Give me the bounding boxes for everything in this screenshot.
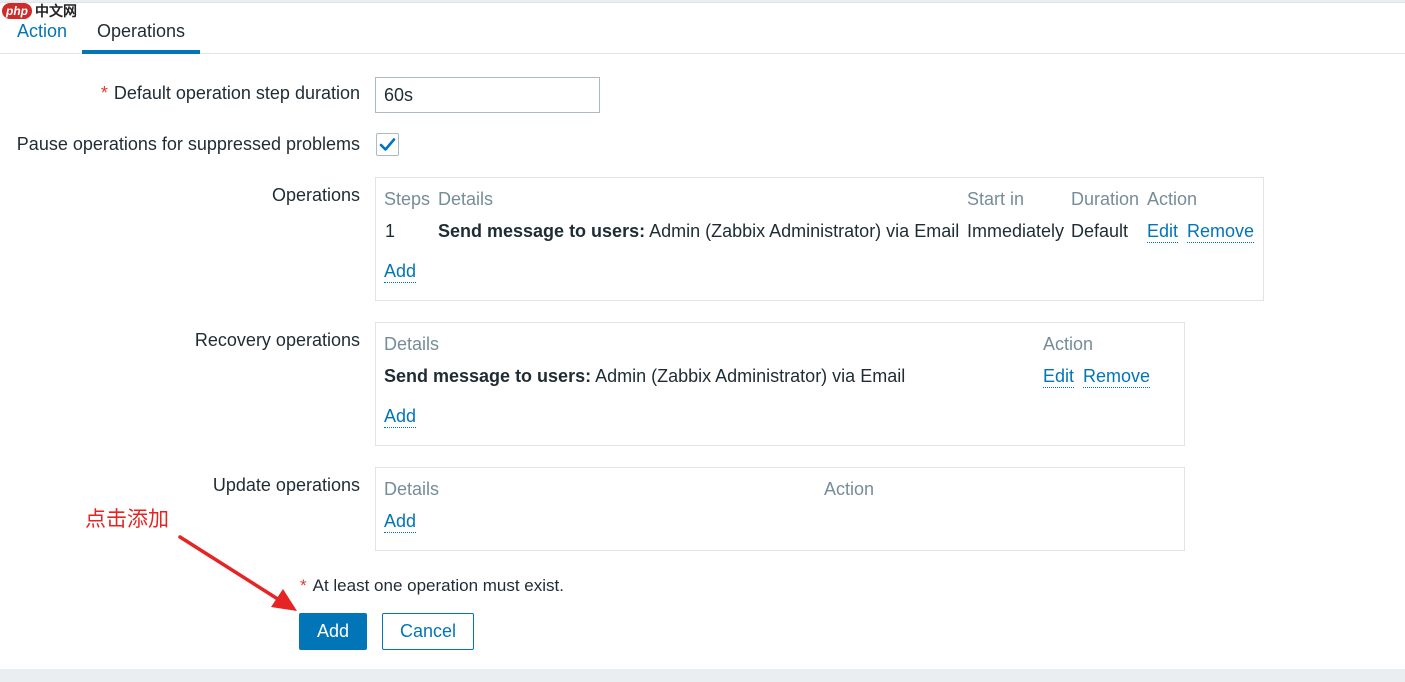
- operation-step: 1: [385, 221, 396, 241]
- col-header-action: Action: [1147, 189, 1198, 209]
- recovery-operations-table: Details Action Send message to users: Ad…: [375, 322, 1185, 446]
- step-duration-label-text: Default operation step duration: [113, 83, 360, 103]
- active-tab-indicator: [82, 50, 200, 54]
- col-header-details: Details: [438, 189, 494, 209]
- col-header-start-in: Start in: [967, 189, 1025, 209]
- operation-edit-link[interactable]: Edit: [1147, 220, 1179, 243]
- required-marker: *: [100, 83, 108, 103]
- validation-note: * At least one operation must exist.: [300, 574, 564, 598]
- recovery-remove-link[interactable]: Remove: [1083, 365, 1151, 388]
- watermark-logo: php: [2, 3, 32, 19]
- operation-details-target: Admin (Zabbix Administrator) via Email: [645, 221, 960, 241]
- watermark-text: 中文网: [35, 3, 77, 19]
- tab-bar: Action Operations: [0, 7, 1405, 54]
- step-duration-label: * Default operation step duration: [101, 81, 360, 105]
- update-operations-table: Details Action Add: [375, 467, 1185, 551]
- recovery-col-header-details: Details: [384, 334, 440, 354]
- update-operations-label: Update operations: [212, 475, 360, 495]
- tab-action[interactable]: Action: [17, 19, 67, 43]
- recovery-operations-label: Recovery operations: [194, 330, 360, 350]
- annotation-label: 点击添加: [85, 507, 169, 531]
- operations-add-link[interactable]: Add: [384, 260, 417, 283]
- update-col-header-details: Details: [384, 479, 440, 499]
- operation-details: Send message to users: Admin (Zabbix Adm…: [438, 219, 959, 243]
- operations-label: Operations: [271, 185, 360, 205]
- annotation-arrow-icon: [178, 535, 297, 611]
- checkmark-icon: [379, 138, 396, 151]
- note-text: At least one operation must exist.: [312, 576, 564, 595]
- add-button[interactable]: Add: [299, 613, 367, 650]
- col-header-duration: Duration: [1071, 189, 1140, 209]
- operation-start-in: Immediately: [967, 221, 1065, 241]
- note-required-marker: *: [300, 576, 307, 595]
- recovery-add-link[interactable]: Add: [384, 405, 417, 428]
- operation-remove-link[interactable]: Remove: [1187, 220, 1255, 243]
- cancel-button[interactable]: Cancel: [382, 613, 474, 650]
- recovery-edit-link[interactable]: Edit: [1043, 365, 1075, 388]
- recovery-details-target: Admin (Zabbix Administrator) via Email: [591, 366, 906, 386]
- recovery-operation-details: Send message to users: Admin (Zabbix Adm…: [384, 364, 905, 388]
- site-watermark: php 中文网: [2, 3, 77, 19]
- pause-suppressed-label: Pause operations for suppressed problems: [16, 134, 360, 154]
- recovery-col-header-action: Action: [1043, 334, 1094, 354]
- update-col-header-action: Action: [824, 479, 875, 499]
- tab-operations[interactable]: Operations: [97, 19, 185, 43]
- main-panel: php 中文网 Action Operations * Default opera…: [0, 2, 1405, 669]
- pause-suppressed-checkbox[interactable]: [376, 133, 399, 156]
- operations-table: Steps Details Start in Duration Action 1…: [375, 177, 1264, 301]
- step-duration-input[interactable]: [375, 77, 600, 113]
- recovery-details-type: Send message to users:: [384, 366, 592, 386]
- operation-details-type: Send message to users:: [438, 221, 646, 241]
- col-header-steps: Steps: [384, 189, 431, 209]
- operation-duration: Default: [1071, 221, 1129, 241]
- update-add-link[interactable]: Add: [384, 510, 417, 533]
